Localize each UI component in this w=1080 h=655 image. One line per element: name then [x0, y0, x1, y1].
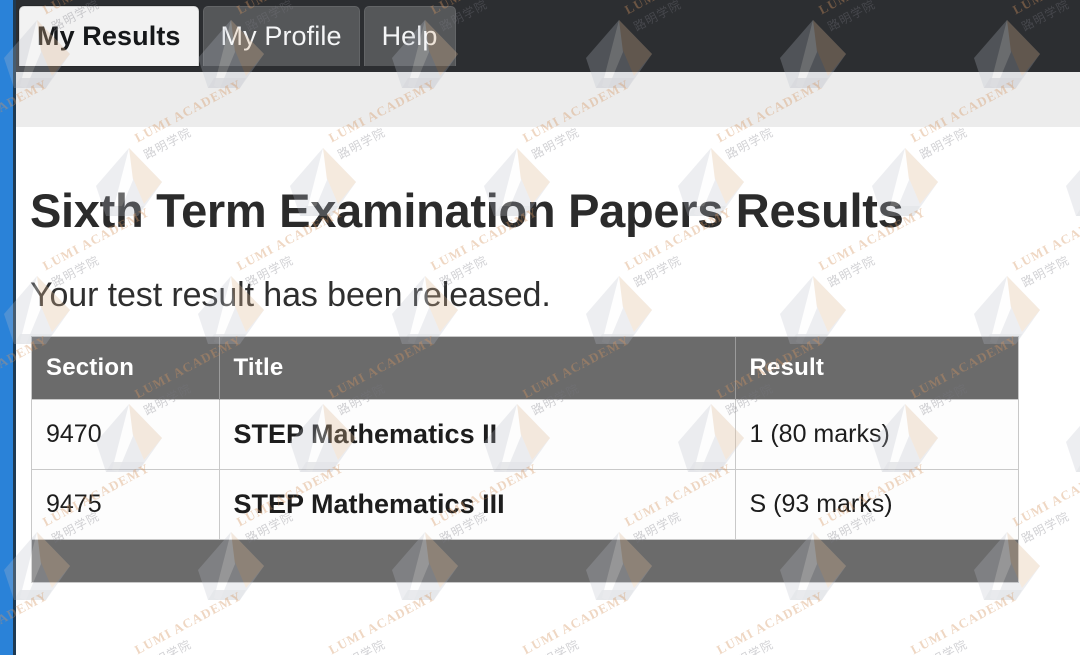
- cell-section: 9470: [32, 398, 220, 469]
- tab-my-results[interactable]: My Results: [19, 6, 199, 66]
- left-accent-stripe: [0, 0, 13, 655]
- table-row: 9470 STEP Mathematics II 1 (80 marks): [32, 398, 1018, 469]
- top-bar: My Results My Profile Help: [16, 0, 1080, 72]
- tab-my-profile[interactable]: My Profile: [202, 6, 360, 66]
- cell-title: STEP Mathematics III: [219, 468, 736, 539]
- main-content: Sixth Term Examination Papers Results Yo…: [16, 127, 1080, 655]
- table-row: 9475 STEP Mathematics III S (93 marks): [32, 468, 1018, 539]
- tab-my-profile-label: My Profile: [220, 21, 342, 51]
- sub-header-band: [16, 72, 1080, 127]
- tab-my-results-label: My Results: [37, 21, 181, 51]
- page-title: Sixth Term Examination Papers Results: [30, 184, 904, 238]
- table-footer-row: [32, 538, 1018, 582]
- tab-help-label: Help: [381, 21, 438, 51]
- page-subtitle: Your test result has been released.: [30, 276, 551, 314]
- tab-help[interactable]: Help: [363, 6, 456, 66]
- results-table-foot: [32, 538, 1018, 582]
- cell-title: STEP Mathematics II: [219, 398, 736, 469]
- cell-result: S (93 marks): [735, 468, 1018, 539]
- column-header-result: Result: [735, 337, 1018, 399]
- table-header-row: Section Title Result: [32, 337, 1018, 399]
- page-root: My Results My Profile Help Sixth Term Ex…: [0, 0, 1080, 655]
- tab-strip: My Results My Profile Help: [16, 0, 460, 72]
- results-table: Section Title Result 9470 STEP Mathemati…: [32, 337, 1018, 582]
- table-footer-cell: [32, 538, 1018, 582]
- column-header-section: Section: [32, 337, 220, 399]
- cell-result: 1 (80 marks): [735, 398, 1018, 469]
- column-header-title: Title: [219, 337, 736, 399]
- cell-section: 9475: [32, 468, 220, 539]
- results-table-body: 9470 STEP Mathematics II 1 (80 marks) 94…: [32, 398, 1018, 539]
- left-accent-stripe-edge: [13, 0, 16, 655]
- results-table-head: Section Title Result: [32, 337, 1018, 399]
